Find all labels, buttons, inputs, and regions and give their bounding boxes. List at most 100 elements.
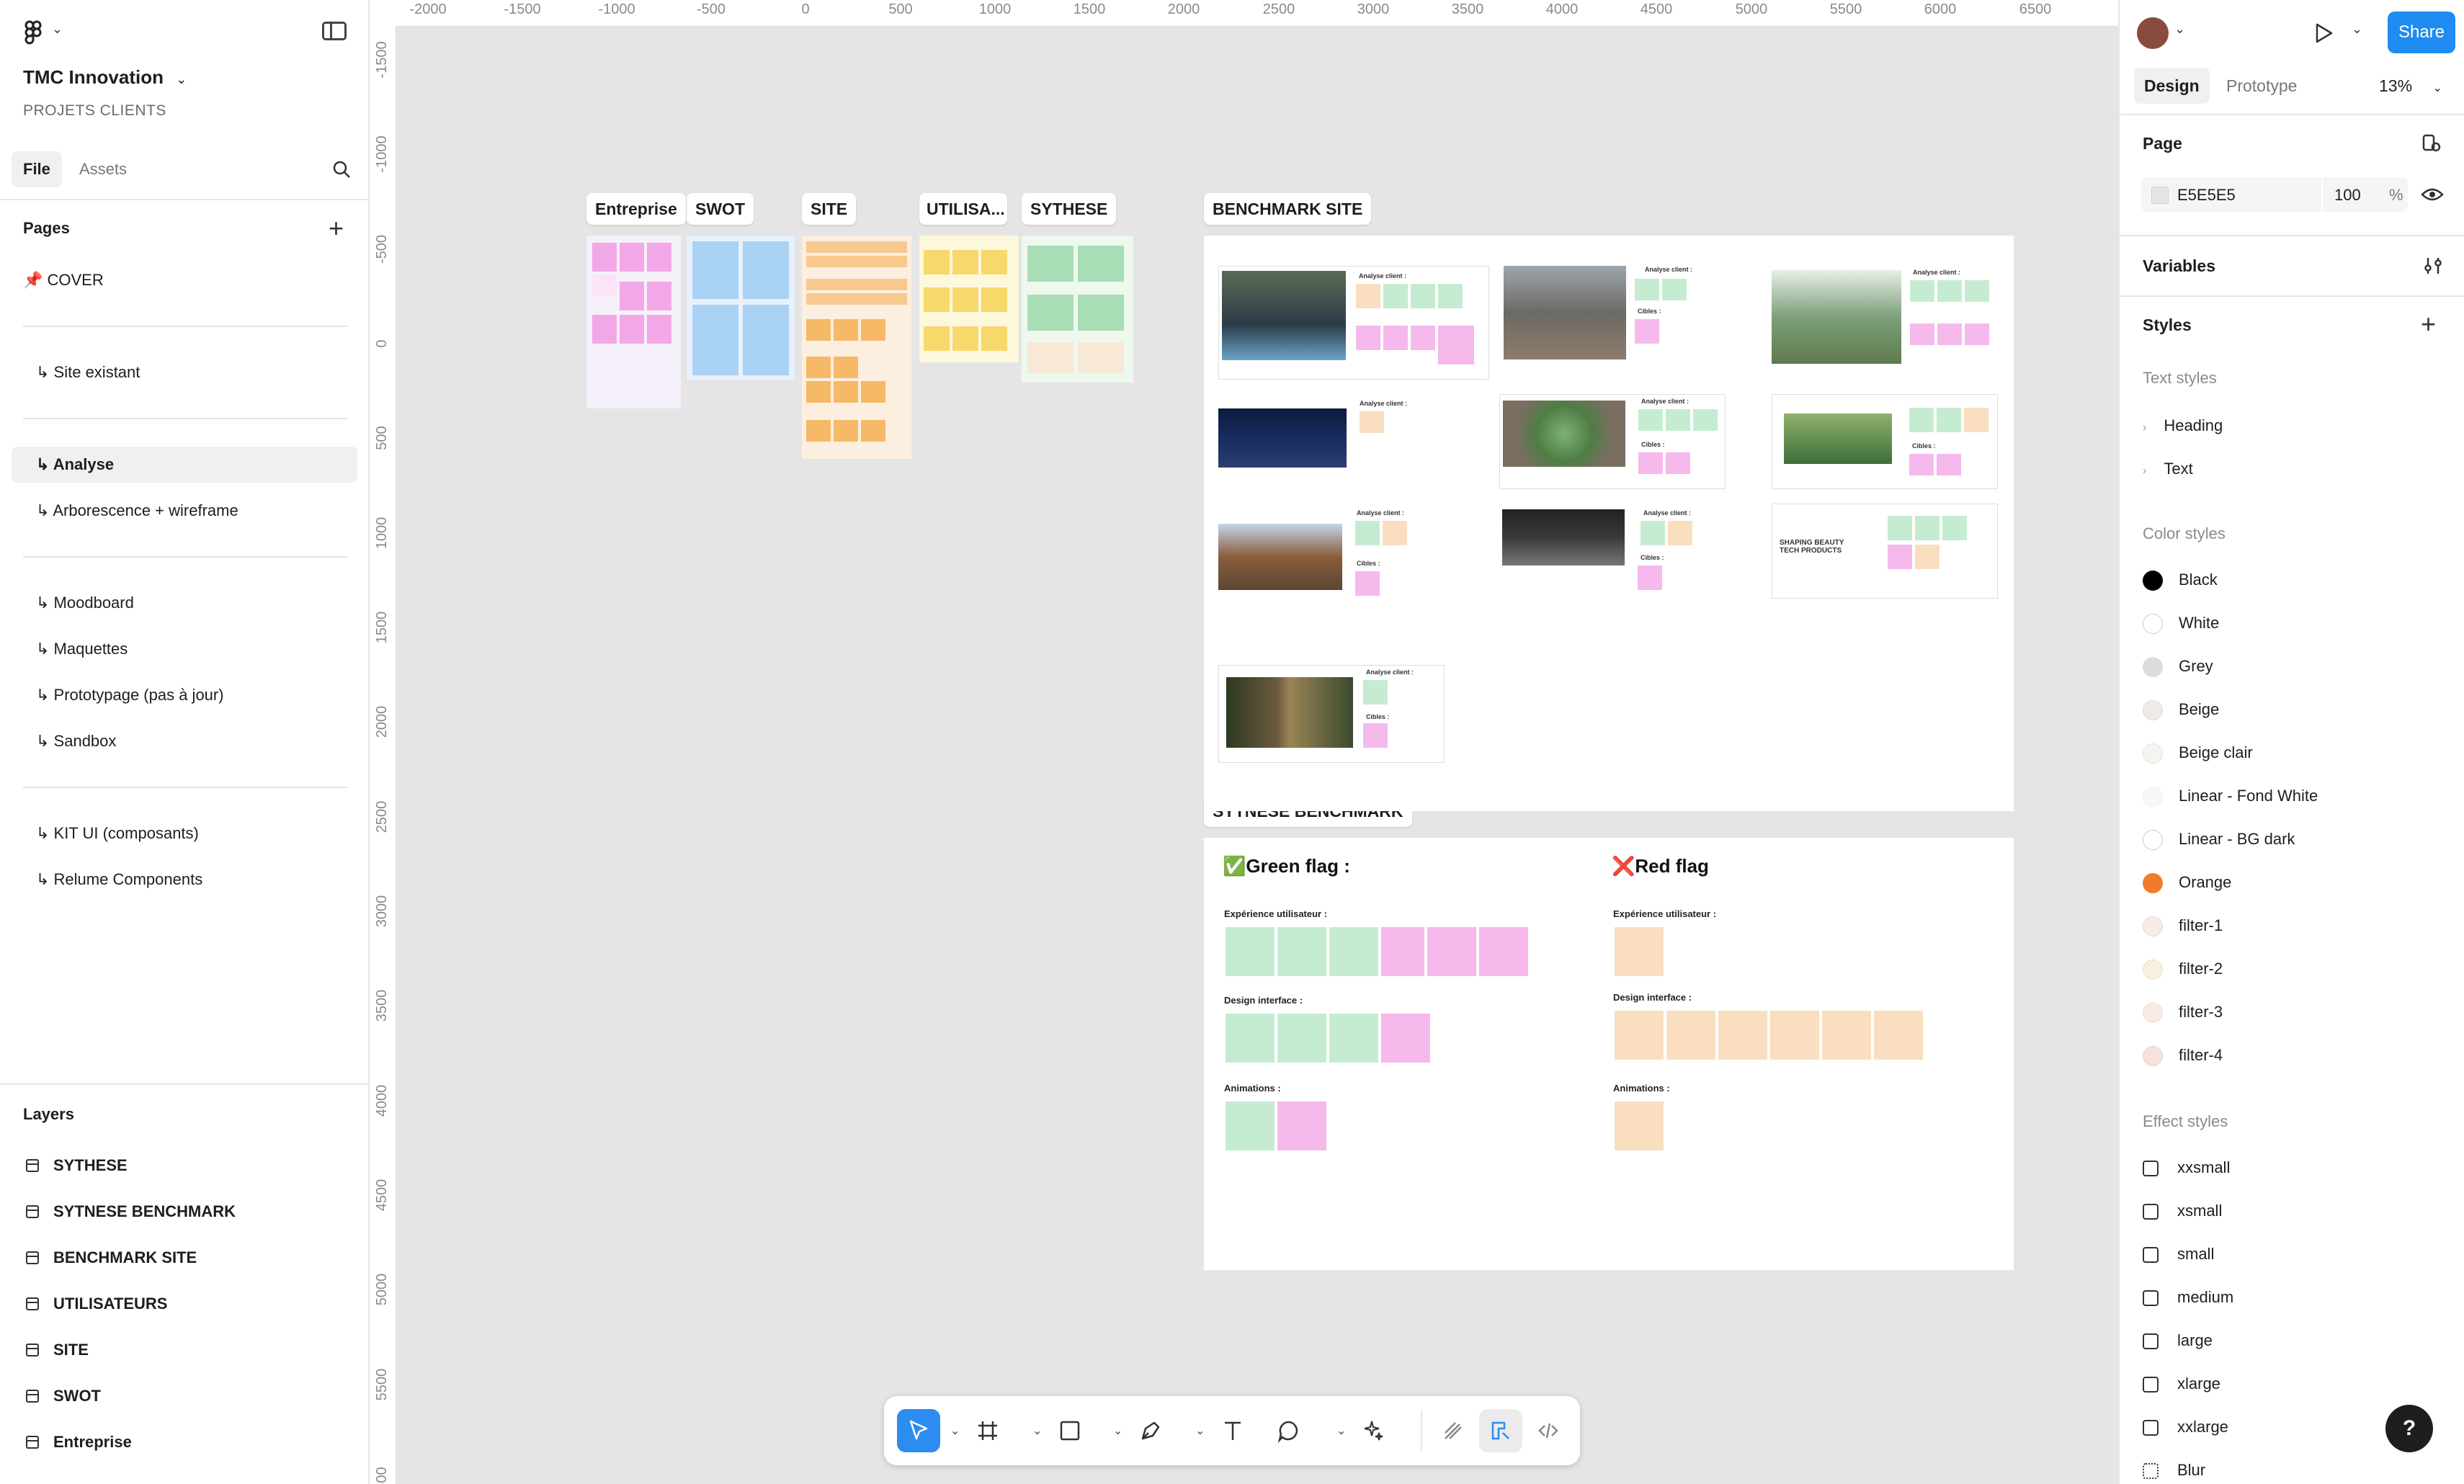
chevron-down-icon[interactable]: ⌄ (52, 22, 63, 37)
color-style-orange[interactable]: Orange (2143, 872, 2231, 894)
frame-label-benchmark-site[interactable]: BENCHMARK SITE (1204, 193, 1372, 225)
color-style-linear-fond-white[interactable]: Linear - Fond White (2143, 785, 2318, 808)
actions-tool-button[interactable] (1352, 1409, 1396, 1452)
layer-item[interactable]: Entreprise (26, 1428, 132, 1457)
page-settings-icon[interactable] (2421, 133, 2442, 154)
chevron-down-icon[interactable]: ⌄ (1195, 1423, 1205, 1438)
draw-mode-button[interactable] (1432, 1409, 1475, 1452)
effect-style-xlarge[interactable]: xlarge (2143, 1373, 2220, 1395)
sidebar-toggle-icon[interactable] (322, 22, 347, 40)
text-style-heading[interactable]: › Heading (2143, 416, 2223, 435)
frame-label-swot[interactable]: SWOT (687, 193, 754, 225)
add-page-icon[interactable]: + (329, 215, 344, 241)
page-item-cover[interactable]: 📌 COVER (12, 262, 357, 298)
effect-style-small[interactable]: small (2143, 1243, 2214, 1265)
effect-style-xsmall[interactable]: xsmall (2143, 1200, 2222, 1222)
canvas[interactable]: Entreprise SWOT SITE UTILISA... SYTHESE … (396, 27, 2118, 1484)
fill-hex[interactable]: E5E5E5 (2177, 186, 2236, 205)
layer-item[interactable]: SYTNESE BENCHMARK (26, 1197, 236, 1226)
effect-style-blur[interactable]: Blur (2143, 1460, 2205, 1481)
chevron-down-icon[interactable]: ⌄ (950, 1423, 960, 1438)
frame-label-synthese[interactable]: SYTHESE (1022, 193, 1117, 225)
color-style-black[interactable]: Black (2143, 569, 2218, 591)
chevron-down-icon[interactable]: ⌄ (1032, 1423, 1042, 1438)
frame-label-utilisateurs[interactable]: UTILISA... (919, 193, 1007, 225)
tab-assets[interactable]: Assets (68, 151, 138, 187)
fill-opacity[interactable]: 100 (2334, 186, 2361, 205)
benchmark-card[interactable]: Analyse client : Cibles : (1501, 266, 1717, 378)
fill-swatch[interactable] (2151, 187, 2169, 204)
page-item-maquettes[interactable]: ↳ Maquettes (12, 631, 357, 667)
color-style-filter-4[interactable]: filter-4 (2143, 1045, 2223, 1067)
design-mode-button[interactable] (1479, 1409, 1522, 1452)
benchmark-card[interactable]: Analyse client : (1218, 400, 1434, 486)
variables-icon[interactable] (2422, 255, 2444, 277)
benchmark-card[interactable]: Analyse client : Cibles : (1218, 509, 1434, 610)
frame-tool-button[interactable] (966, 1409, 1009, 1452)
benchmark-card[interactable]: Analyse client : (1218, 266, 1489, 380)
color-style-beige[interactable]: Beige (2143, 699, 2219, 721)
chevron-down-icon[interactable]: ⌄ (176, 72, 187, 86)
eye-icon[interactable] (2421, 184, 2444, 205)
ruler-horizontal[interactable]: -2000 -1500 -1000 -500 0 500 1000 1500 2… (370, 0, 2118, 27)
frame-benchmark-site[interactable]: Analyse client : Analyse client : Cibles… (1204, 236, 2014, 811)
color-style-filter-3[interactable]: filter-3 (2143, 1001, 2223, 1024)
figma-menu-icon[interactable] (23, 20, 45, 45)
page-item-relume[interactable]: ↳ Relume Components (12, 862, 357, 898)
share-button[interactable]: Share (2388, 12, 2455, 53)
pen-tool-button[interactable] (1129, 1409, 1172, 1452)
shape-tool-button[interactable] (1048, 1409, 1092, 1452)
page-item-analyse[interactable]: ↳ Analyse (12, 447, 357, 483)
layer-item[interactable]: SITE (26, 1336, 89, 1364)
frame-label-site[interactable]: SITE (802, 193, 857, 225)
chevron-down-icon[interactable]: ⌄ (1336, 1423, 1346, 1438)
benchmark-card[interactable]: SHAPING BEAUTY TECH PRODUCTS (1772, 504, 1998, 599)
frame-site[interactable] (802, 236, 911, 459)
dev-mode-button[interactable] (1527, 1409, 1570, 1452)
chevron-down-icon[interactable]: ⌄ (2174, 22, 2185, 37)
ruler-vertical[interactable]: -1500 -1000 -500 0 500 1000 1500 2000 25… (370, 26, 396, 1484)
present-icon[interactable] (2313, 22, 2334, 45)
zoom-level[interactable]: 13% ⌄ (2379, 76, 2442, 96)
effect-style-large[interactable]: large (2143, 1330, 2213, 1351)
color-style-filter-2[interactable]: filter-2 (2143, 958, 2223, 980)
frame-swot[interactable] (687, 236, 795, 380)
page-fill-field[interactable]: E5E5E5 100 % (2141, 177, 2408, 212)
benchmark-card[interactable]: Analyse client : (1769, 266, 1998, 378)
layer-item[interactable]: SWOT (26, 1382, 101, 1411)
frame-label-entreprise[interactable]: Entreprise (586, 193, 686, 225)
benchmark-card[interactable]: Analyse client : Cibles : (1499, 509, 1724, 610)
project-title[interactable]: TMC Innovation ⌄ (23, 66, 187, 89)
frame-entreprise[interactable] (586, 236, 681, 408)
effect-style-medium[interactable]: medium (2143, 1287, 2233, 1308)
text-style-text[interactable]: › Text (2143, 460, 2193, 478)
help-button[interactable]: ? (2385, 1405, 2433, 1452)
comment-tool-button[interactable] (1267, 1409, 1311, 1452)
page-item-moodboard[interactable]: ↳ Moodboard (12, 585, 357, 621)
page-item-site-existant[interactable]: ↳ Site existant (12, 354, 357, 390)
effect-style-xxsmall[interactable]: xxsmall (2143, 1157, 2230, 1179)
color-style-filter-1[interactable]: filter-1 (2143, 915, 2223, 937)
text-tool-button[interactable] (1211, 1409, 1254, 1452)
color-style-beige-clair[interactable]: Beige clair (2143, 742, 2253, 764)
frame-utilisateurs[interactable] (919, 236, 1019, 362)
layer-item[interactable]: UTILISATEURS (26, 1289, 167, 1318)
add-style-icon[interactable]: + (2421, 311, 2436, 337)
tab-design[interactable]: Design (2134, 68, 2210, 104)
page-item-kit-ui[interactable]: ↳ KIT UI (composants) (12, 815, 357, 851)
effect-style-xxlarge[interactable]: xxlarge (2143, 1416, 2228, 1438)
frame-synthese[interactable] (1022, 236, 1133, 383)
color-style-grey[interactable]: Grey (2143, 656, 2213, 678)
chevron-down-icon[interactable]: ⌄ (2352, 22, 2362, 37)
search-icon[interactable] (332, 160, 351, 179)
page-item-arborescence[interactable]: ↳ Arborescence + wireframe (12, 493, 357, 529)
layer-item[interactable]: BENCHMARK SITE (26, 1243, 197, 1272)
chevron-down-icon[interactable]: ⌄ (1113, 1423, 1122, 1438)
variables-title[interactable]: Variables (2143, 256, 2215, 276)
move-tool-button[interactable] (897, 1409, 940, 1452)
benchmark-card[interactable]: Analyse client : Cibles : (1499, 394, 1726, 489)
page-item-sandbox[interactable]: ↳ Sandbox (12, 723, 357, 759)
benchmark-card[interactable]: Cibles : (1772, 394, 1998, 489)
page-item-prototypage[interactable]: ↳ Prototypage (pas à jour) (12, 677, 357, 713)
avatar[interactable] (2137, 17, 2169, 49)
